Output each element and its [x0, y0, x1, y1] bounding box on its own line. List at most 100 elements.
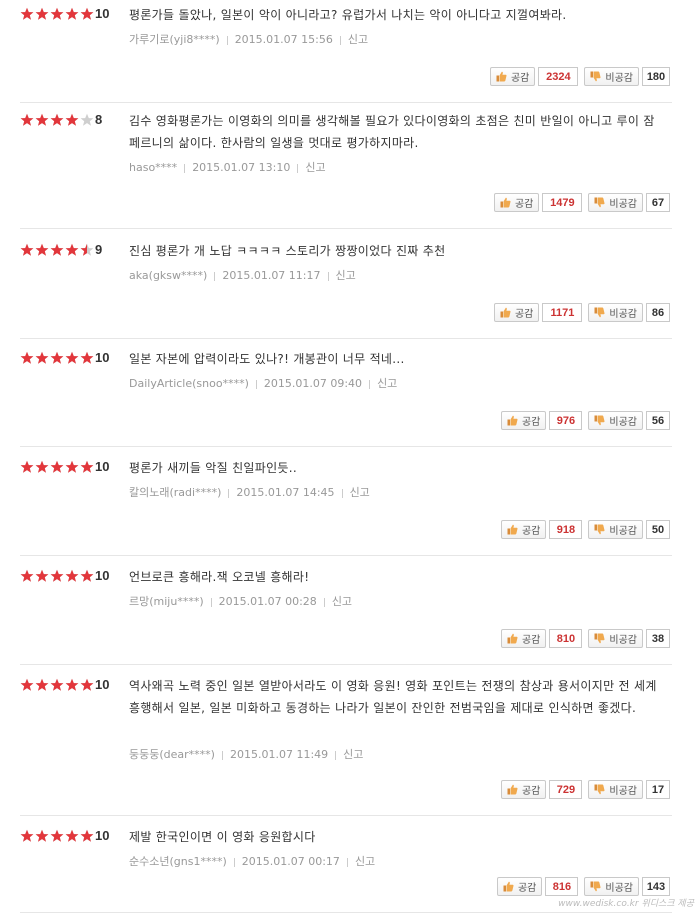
like-button[interactable]: 공감 [493, 303, 540, 322]
review-item: 10 역사왜곡 노력 중인 일본 열받아서라도 이 영화 응원! 영화 포인트는… [20, 675, 672, 816]
like-label: 공감 [510, 73, 530, 84]
thumbs-up-icon [507, 633, 518, 644]
author-name[interactable]: 순수소년(gns1****) [129, 855, 227, 868]
star-rating [20, 113, 95, 127]
dislike-label: 비공감 [609, 635, 637, 646]
star-filled-icon [35, 829, 50, 843]
like-label: 공감 [521, 786, 541, 797]
dislike-button[interactable]: 비공감 [588, 520, 643, 539]
review-text: 제발 한국인이면 이 영화 응원합시다 [129, 830, 316, 844]
report-link[interactable]: 신고 [332, 595, 352, 608]
review-date: 2015.01.07 00:17 [241, 855, 340, 868]
report-link[interactable]: 신고 [350, 486, 370, 499]
star-filled-icon [35, 113, 50, 127]
review-text: 평론가 새끼들 악질 친일파인듯.. [129, 461, 297, 475]
review-meta: 둥둥둥(dear****) 2015.01.07 11:49 신고 [129, 746, 363, 762]
like-button[interactable]: 공감 [500, 629, 547, 648]
star-filled-icon [50, 678, 65, 692]
review-date: 2015.01.07 11:49 [229, 748, 329, 761]
report-link[interactable]: 신고 [305, 161, 325, 174]
star-filled-icon [35, 351, 50, 365]
star-filled-icon [65, 460, 80, 474]
divider [233, 857, 235, 867]
dislike-button[interactable]: 비공감 [584, 877, 639, 896]
like-count: 1479 [542, 193, 583, 212]
divider [346, 857, 348, 867]
dislike-label: 비공감 [609, 417, 637, 428]
like-count: 810 [549, 629, 583, 648]
review-item: 10 평론가들 돌았나, 일본이 악이 아니라고? 유럽가서 나치는 악이 아니… [20, 4, 672, 103]
star-filled-icon [35, 7, 50, 21]
review-meta: 가루기로(yji8****) 2015.01.07 15:56 신고 [129, 31, 368, 47]
like-label: 공감 [514, 309, 534, 320]
like-button[interactable]: 공감 [500, 780, 547, 799]
vote-actions: 공감 1479 비공감 67 [493, 192, 670, 213]
author-name[interactable]: 칼의노래(radi****) [129, 486, 221, 499]
author-name[interactable]: 가루기로(yji8****) [129, 33, 220, 46]
review-date: 2015.01.07 15:56 [234, 33, 333, 46]
divider [327, 271, 329, 281]
star-filled-icon [35, 243, 50, 257]
review-meta: 르망(miju****) 2015.01.07 00:28 신고 [129, 593, 352, 609]
author-name[interactable]: aka(gksw****) [129, 269, 207, 282]
like-label: 공감 [514, 199, 534, 210]
like-count: 816 [545, 877, 579, 896]
thumbs-up-icon [503, 881, 514, 892]
star-filled-icon [50, 569, 65, 583]
star-filled-icon [35, 678, 50, 692]
thumbs-down-icon [594, 524, 605, 535]
like-button[interactable]: 공감 [493, 193, 540, 212]
divider [369, 379, 371, 389]
like-button[interactable]: 공감 [500, 411, 547, 430]
star-filled-icon [65, 7, 80, 21]
dislike-count: 56 [646, 411, 670, 430]
review-item: 9 진심 평론가 개 노답 ㅋㅋㅋㅋ 스토리가 짱짱이었다 진짜 추천 aka(… [20, 240, 672, 339]
dislike-button[interactable]: 비공감 [588, 303, 643, 322]
divider [297, 163, 299, 173]
divider [221, 750, 223, 760]
report-link[interactable]: 신고 [336, 269, 356, 282]
dislike-label: 비공감 [605, 883, 633, 894]
star-filled-icon [80, 569, 95, 583]
star-filled-icon [80, 678, 95, 692]
report-link[interactable]: 신고 [377, 377, 397, 390]
star-filled-icon [65, 678, 80, 692]
author-name[interactable]: haso**** [129, 161, 177, 174]
star-filled-icon [50, 243, 65, 257]
dislike-count: 38 [646, 629, 670, 648]
star-filled-icon [50, 351, 65, 365]
thumbs-up-icon [500, 197, 511, 208]
dislike-button[interactable]: 비공감 [588, 629, 643, 648]
dislike-button[interactable]: 비공감 [584, 67, 639, 86]
star-rating [20, 243, 95, 257]
star-rating [20, 829, 95, 843]
star-rating [20, 569, 95, 583]
author-name[interactable]: 르망(miju****) [129, 595, 204, 608]
like-button[interactable]: 공감 [496, 877, 543, 896]
star-filled-icon [80, 460, 95, 474]
dislike-button[interactable]: 비공감 [588, 411, 643, 430]
dislike-button[interactable]: 비공감 [588, 780, 643, 799]
review-item: 10 평론가 새끼들 악질 친일파인듯.. 칼의노래(radi****) 2015… [20, 457, 672, 556]
star-filled-icon [65, 243, 80, 257]
divider [339, 35, 341, 45]
star-filled-icon [50, 113, 65, 127]
author-name[interactable]: 둥둥둥(dear****) [129, 748, 215, 761]
vote-actions: 공감 2324 비공감 180 [489, 66, 670, 87]
like-button[interactable]: 공감 [489, 67, 536, 86]
review-meta: 순수소년(gns1****) 2015.01.07 00:17 신고 [129, 853, 375, 869]
thumbs-down-icon [594, 197, 605, 208]
star-filled-icon [20, 351, 35, 365]
review-text: 일본 자본에 압력이라도 있나?! 개봉관이 너무 적네... [129, 352, 405, 366]
report-link[interactable]: 신고 [343, 748, 363, 761]
dislike-button[interactable]: 비공감 [588, 193, 643, 212]
review-text: 김수 영화평론가는 이영화의 의미를 생각해볼 필요가 있다이영화의 초점은 친… [129, 114, 655, 150]
star-filled-icon [35, 569, 50, 583]
report-link[interactable]: 신고 [355, 855, 375, 868]
dislike-count: 67 [646, 193, 670, 212]
report-link[interactable]: 신고 [348, 33, 368, 46]
vote-actions: 공감 816 비공감 143 [496, 876, 670, 897]
star-filled-icon [50, 829, 65, 843]
like-button[interactable]: 공감 [500, 520, 547, 539]
author-name[interactable]: DailyArticle(snoo****) [129, 377, 249, 390]
